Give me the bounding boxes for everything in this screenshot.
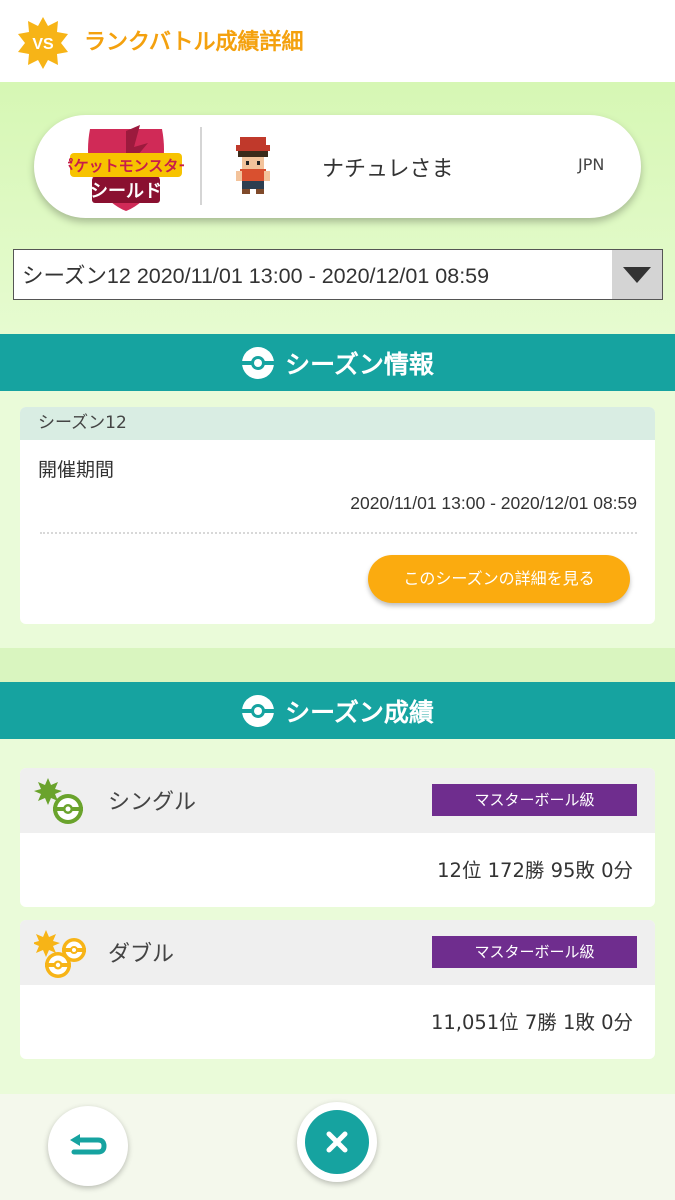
vs-badge-icon: VS [18,17,68,69]
result-card-header: シングル マスターボール級 [20,768,655,833]
back-button[interactable] [48,1106,128,1186]
return-icon [70,1134,107,1155]
profile-card: ポケットモンスター シールド ナチュレさま JPN [34,115,641,218]
rank-class-badge: マスターボール級 [432,936,637,968]
double-battle-icon [34,930,86,978]
season-results-header: シーズン成績 [0,682,675,739]
profile-divider [200,127,202,205]
app-header: VS ランクバトル成績詳細 [0,0,675,82]
battle-type-label: ダブル [108,942,175,967]
section-gap [0,648,675,682]
period-label: 開催期間 [38,459,115,481]
result-card-header: ダブル マスターボール級 [20,920,655,985]
game-logo-line1: ポケットモンスター [68,157,184,175]
single-battle-icon [34,778,83,824]
season-details-button[interactable]: このシーズンの詳細を見る [368,555,630,603]
season-select[interactable]: シーズン12 2020/11/01 13:00 - 2020/12/01 08:… [13,249,663,300]
page-title: ランクバトル成績詳細 [84,30,304,55]
dropdown-toggle[interactable] [612,250,662,299]
season-select-value: シーズン12 2020/11/01 13:00 - 2020/12/01 08:… [22,264,490,288]
season-info-header: シーズン情報 [0,334,675,391]
vs-badge-text: VS [32,36,54,53]
battle-stats: 12位 172勝 95敗 0分 [437,859,633,882]
season-name: シーズン12 [20,407,655,440]
footer-bar [0,1094,675,1200]
battle-type-label: シングル [108,790,197,815]
single-battle-card: シングル マスターボール級 12位 172勝 95敗 0分 [20,768,655,907]
close-button-inner [305,1110,369,1174]
player-name: ナチュレさま [322,157,454,182]
double-battle-card: ダブル マスターボール級 11,051位 7勝 1敗 0分 [20,920,655,1059]
pokeball-icon [241,346,276,379]
section-title: シーズン成績 [285,697,434,727]
rank-class-badge: マスターボール級 [432,784,637,816]
battle-stats: 11,051位 7勝 1敗 0分 [430,1011,633,1034]
pokemon-shield-logo: ポケットモンスター シールド [68,125,184,211]
close-icon [326,1131,348,1153]
period-value: 2020/11/01 13:00 - 2020/12/01 08:59 [350,493,637,513]
dotted-divider [40,532,637,534]
close-button[interactable] [297,1102,377,1182]
region-code: JPN [578,155,605,174]
pokeball-icon [241,694,276,727]
game-logo-line2: シールド [90,181,162,202]
trainer-avatar [236,137,270,194]
season-info-card: シーズン12 開催期間 2020/11/01 13:00 - 2020/12/0… [20,407,655,624]
section-title: シーズン情報 [285,349,434,379]
chevron-down-icon [623,266,651,283]
